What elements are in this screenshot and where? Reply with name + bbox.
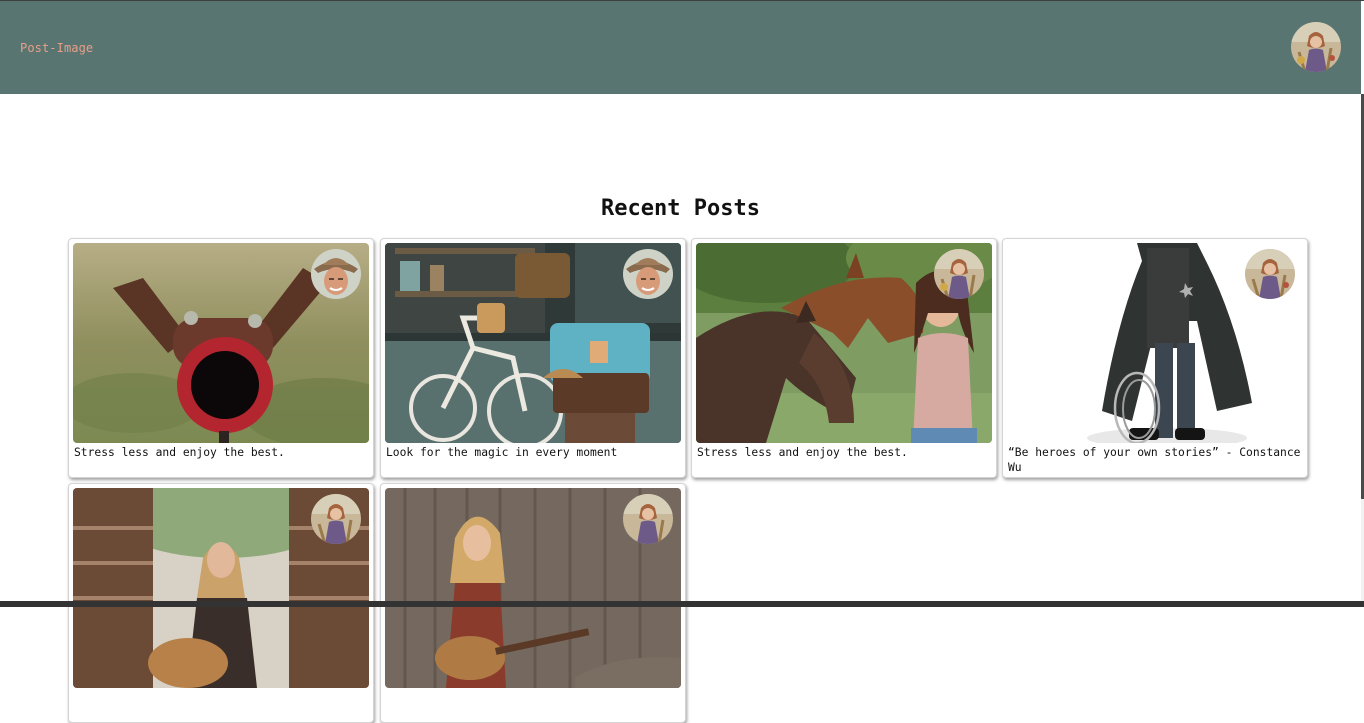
post-author-avatar-icon[interactable] xyxy=(1245,249,1295,299)
post-caption: Stress less and enjoy the best. xyxy=(697,446,908,459)
post-card[interactable]: Stress less and enjoy the best. xyxy=(68,238,374,478)
post-caption: Look for the magic in every moment xyxy=(386,446,618,459)
window-bottom-edge xyxy=(0,601,1364,607)
post-card[interactable]: Look for the magic in every moment xyxy=(380,238,686,478)
post-author-avatar-icon[interactable] xyxy=(934,249,984,299)
post-card[interactable]: Stress less and enjoy the best. xyxy=(691,238,997,478)
user-avatar-icon[interactable] xyxy=(1291,22,1341,72)
post-author-avatar-icon[interactable] xyxy=(311,249,361,299)
post-caption: “Be heroes of your own stories” - Consta… xyxy=(1008,446,1301,474)
post-card[interactable]: “Be heroes of your own stories” - Consta… xyxy=(1002,238,1308,478)
post-caption: Stress less and enjoy the best. xyxy=(74,446,285,459)
top-navbar: Post-Image xyxy=(0,1,1361,94)
post-author-avatar-icon[interactable] xyxy=(623,249,673,299)
page-title: Recent Posts xyxy=(601,196,760,221)
brand-link[interactable]: Post-Image xyxy=(20,41,93,55)
post-author-avatar-icon[interactable] xyxy=(311,494,361,544)
post-author-avatar-icon[interactable] xyxy=(623,494,673,544)
